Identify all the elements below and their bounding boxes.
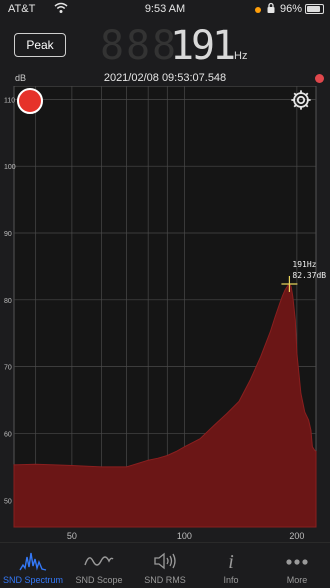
x-tick-label: 100 — [177, 531, 192, 541]
y-tick-label: 50 — [4, 498, 12, 505]
more-icon — [286, 559, 308, 565]
frequency-unit: Hz — [234, 50, 248, 62]
svg-text:i: i — [228, 551, 234, 571]
waveform-icon — [84, 556, 114, 566]
gear-icon[interactable] — [290, 89, 312, 111]
frequency-digit: 1 — [212, 23, 237, 69]
chart-header: dB 2021/02/08 09:53:07.548 — [0, 70, 330, 86]
y-tick-label: 60 — [4, 431, 12, 438]
peak-button[interactable]: Peak — [14, 33, 66, 57]
peak-frequency-label: 191Hz — [292, 260, 316, 269]
tab-label: More — [286, 575, 308, 585]
tab-snd-rms[interactable]: SND RMS — [132, 543, 198, 588]
battery-icon — [305, 4, 324, 14]
inactive-digit: 8 — [100, 23, 125, 69]
spectrum-chart[interactable]: 50 60 70 80 90 100 110 50 100 200 191Hz 82.37dB — [0, 86, 330, 546]
status-light-icon — [315, 74, 324, 83]
orientation-dot-icon — [255, 7, 261, 13]
status-bar: AT&T 9:53 AM 96% — [0, 0, 330, 20]
toolbar: Peak 8 8 8 1 9 1 Hz — [0, 20, 330, 68]
record-button[interactable] — [17, 88, 43, 114]
tab-info[interactable]: i Info — [198, 543, 264, 588]
inactive-digit: 8 — [126, 23, 151, 69]
y-tick-label: 90 — [4, 231, 12, 238]
y-tick-label: 100 — [4, 164, 16, 171]
y-tick-label: 80 — [4, 298, 12, 305]
y-tick-label: 110 — [4, 97, 15, 104]
spectrum-icon — [19, 552, 47, 571]
peak-level-label: 82.37dB — [292, 271, 326, 280]
tab-label: SND Scope — [75, 575, 123, 585]
tab-more[interactable]: More — [264, 543, 330, 588]
tab-snd-spectrum[interactable]: SND Spectrum — [0, 543, 66, 588]
x-tick-label: 50 — [67, 531, 77, 541]
y-tick-label: 70 — [4, 365, 12, 372]
speaker-icon — [154, 552, 176, 570]
tab-snd-scope[interactable]: SND Scope — [66, 543, 132, 588]
frequency-display: 8 8 8 1 9 1 Hz — [100, 26, 300, 66]
tab-label: SND Spectrum — [2, 575, 64, 585]
tab-label: Info — [223, 575, 239, 585]
rotation-lock-icon — [267, 2, 275, 13]
tab-bar: SND Spectrum SND Scope SND RMS i Info Mo… — [0, 542, 330, 588]
info-icon: i — [228, 551, 234, 571]
tab-label: SND RMS — [144, 575, 186, 585]
battery-percent: 96% — [280, 3, 303, 15]
x-tick-label: 200 — [289, 531, 304, 541]
capture-timestamp: 2021/02/08 09:53:07.548 — [103, 72, 227, 84]
